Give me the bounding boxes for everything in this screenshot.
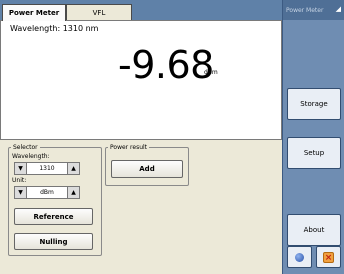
unit-label: Unit: — [12, 177, 27, 184]
nulling-button[interactable]: Nulling — [14, 233, 93, 250]
setup-button[interactable]: Setup — [287, 137, 341, 169]
power-unit: dBm — [204, 69, 218, 76]
sidebar-title-text: Power Meter — [286, 6, 324, 14]
storage-button[interactable]: Storage — [287, 88, 341, 120]
sidebar: Power Meter ◢ Storage Setup About × — [282, 0, 344, 274]
wavelength-stepper: ▼ 1310 ▲ — [14, 162, 80, 175]
unit-up-button[interactable]: ▲ — [67, 186, 80, 199]
reference-button[interactable]: Reference — [14, 208, 93, 225]
down-arrow-icon: ▼ — [18, 189, 23, 196]
minimize-icon[interactable]: ◢ — [336, 5, 341, 13]
power-value: -9.68 — [118, 43, 214, 87]
wavelength-down-button[interactable]: ▼ — [14, 162, 27, 175]
down-arrow-icon: ▼ — [18, 165, 23, 172]
globe-icon — [295, 252, 304, 262]
wavelength-label: Wavelength: — [12, 153, 50, 160]
sidebar-title: Power Meter ◢ — [283, 0, 344, 20]
wavelength-readout: Wavelength: 1310 nm — [10, 24, 99, 33]
tab-power-meter[interactable]: Power Meter — [2, 4, 66, 21]
up-arrow-icon: ▲ — [71, 165, 76, 172]
unit-stepper: ▼ dBm ▲ — [14, 186, 80, 199]
up-arrow-icon: ▲ — [71, 189, 76, 196]
close-icon: × — [323, 251, 334, 263]
unit-down-button[interactable]: ▼ — [14, 186, 27, 199]
help-button[interactable] — [287, 246, 312, 268]
about-button[interactable]: About — [287, 214, 341, 246]
tab-vfl[interactable]: VFL — [66, 4, 132, 20]
selector-legend: Selector — [13, 144, 38, 151]
close-button[interactable]: × — [316, 246, 341, 268]
unit-value: dBm — [27, 186, 67, 199]
add-button[interactable]: Add — [111, 160, 183, 178]
wavelength-up-button[interactable]: ▲ — [67, 162, 80, 175]
power-result-legend: Power result — [110, 144, 148, 151]
wavelength-value: 1310 — [27, 162, 67, 175]
